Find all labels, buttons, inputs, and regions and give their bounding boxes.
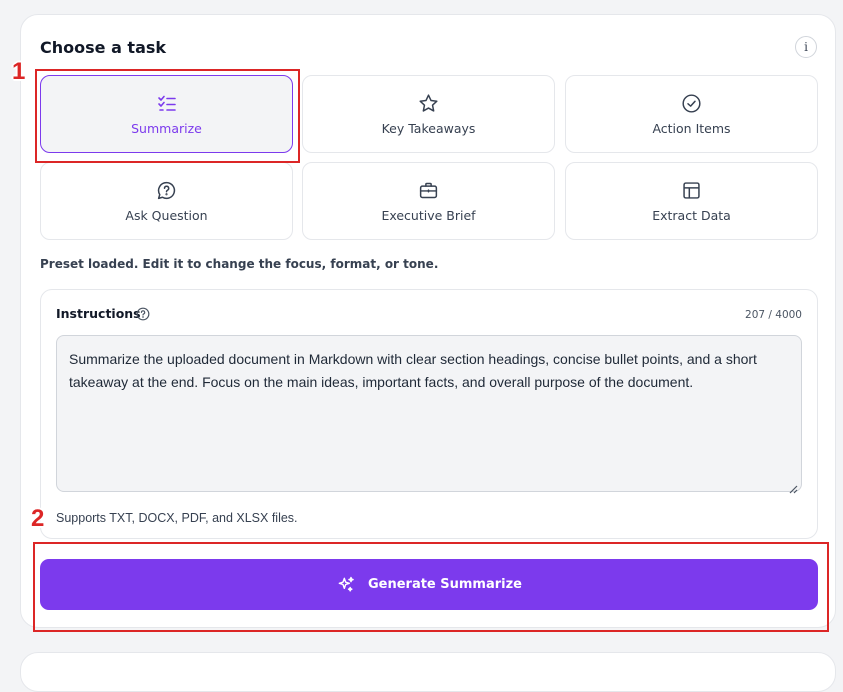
- next-card: [20, 652, 836, 692]
- help-circle-icon[interactable]: [136, 306, 150, 321]
- briefcase-icon: [418, 180, 440, 202]
- character-counter: 207 / 4000: [745, 309, 802, 321]
- instructions-label: Instructions: [56, 306, 141, 321]
- task-label: Key Takeaways: [381, 120, 476, 136]
- table-icon: [681, 180, 703, 202]
- instructions-textarea[interactable]: Summarize the uploaded document in Markd…: [56, 335, 802, 492]
- task-label: Extract Data: [652, 207, 731, 223]
- resize-handle-icon[interactable]: [788, 479, 798, 494]
- annotation-number-2: 2: [31, 505, 45, 532]
- annotation-box-1: [35, 69, 300, 163]
- task-key-takeaways[interactable]: Key Takeaways: [302, 75, 555, 153]
- info-button[interactable]: i: [795, 36, 817, 58]
- supported-formats: Supports TXT, DOCX, PDF, and XLSX files.: [56, 511, 298, 525]
- annotation-box-2: [33, 542, 829, 632]
- task-ask-question[interactable]: Ask Question: [40, 162, 293, 240]
- task-action-items[interactable]: Action Items: [565, 75, 818, 153]
- question-bubble-icon: [156, 180, 178, 202]
- card-title: Choose a task: [40, 38, 167, 57]
- task-label: Action Items: [652, 120, 731, 136]
- check-circle-icon: [681, 93, 703, 115]
- task-label: Executive Brief: [381, 207, 476, 223]
- annotation-number-1: 1: [12, 58, 26, 85]
- task-label: Ask Question: [125, 207, 208, 223]
- star-icon: [418, 93, 440, 115]
- task-executive-brief[interactable]: Executive Brief: [302, 162, 555, 240]
- preset-hint: Preset loaded. Edit it to change the foc…: [40, 257, 439, 271]
- task-extract-data[interactable]: Extract Data: [565, 162, 818, 240]
